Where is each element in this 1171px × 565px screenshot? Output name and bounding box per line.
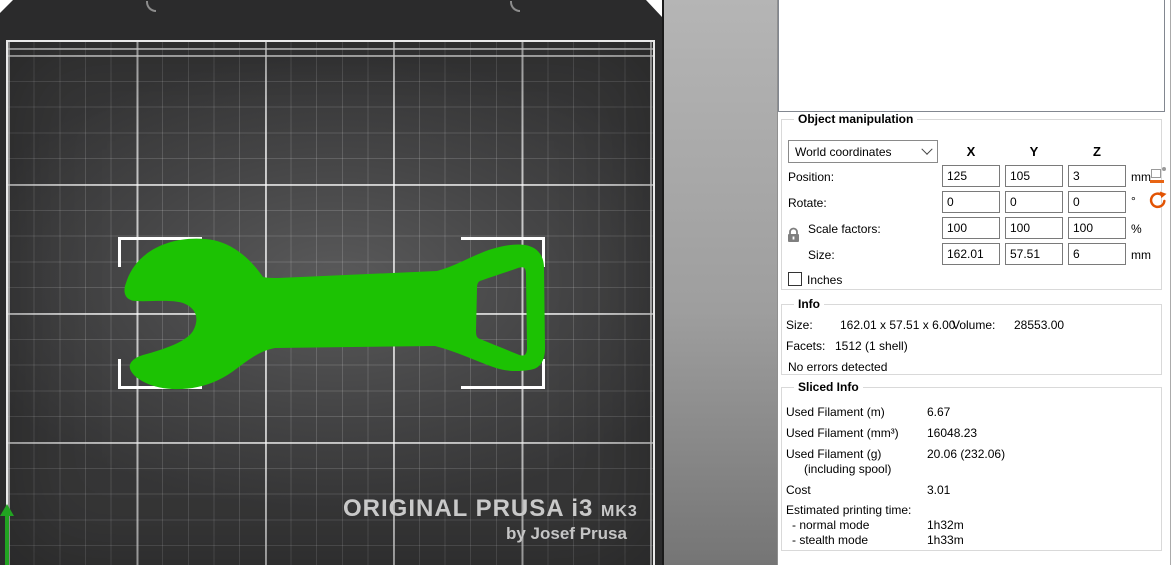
size-unit: mm bbox=[1131, 248, 1151, 262]
rotate-x-input[interactable] bbox=[942, 191, 1000, 213]
group-title: Sliced Info bbox=[794, 380, 863, 394]
rotate-y-input[interactable] bbox=[1005, 191, 1063, 213]
y-axis-arrow-icon bbox=[5, 515, 9, 565]
wrench-model[interactable] bbox=[0, 0, 662, 565]
object-manipulation-group: Object manipulation World coordinates X … bbox=[781, 119, 1162, 290]
info-group: Info Size: 162.01 x 57.51 x 6.00 Volume:… bbox=[781, 304, 1162, 375]
drop-to-bed-icon[interactable] bbox=[1150, 167, 1167, 184]
rotate-unit: ° bbox=[1131, 194, 1136, 208]
object-list[interactable] bbox=[778, 0, 1165, 112]
info-facets-label: Facets: bbox=[786, 339, 825, 353]
info-volume-label: Volume: bbox=[952, 318, 995, 332]
scale-z-input[interactable] bbox=[1068, 217, 1126, 239]
axis-header-z: Z bbox=[1068, 144, 1126, 159]
coordinates-dropdown[interactable]: World coordinates bbox=[788, 140, 938, 163]
info-status-text: No errors detected bbox=[788, 360, 887, 374]
bed-brand-text: ORIGINAL PRUSA i3 MK3 bbox=[343, 495, 638, 523]
scale-x-input[interactable] bbox=[942, 217, 1000, 239]
axis-header-y: Y bbox=[1005, 144, 1063, 159]
coordinates-dropdown-value: World coordinates bbox=[795, 145, 923, 159]
rotate-label: Rotate: bbox=[788, 196, 827, 210]
inches-checkbox-label: Inches bbox=[807, 273, 842, 287]
right-sidebar: Object manipulation World coordinates X … bbox=[777, 0, 1171, 565]
info-volume-value: 28553.00 bbox=[1014, 318, 1064, 332]
position-z-input[interactable] bbox=[1068, 165, 1126, 187]
inches-checkbox[interactable] bbox=[788, 272, 802, 286]
size-label: Size: bbox=[808, 248, 835, 262]
position-label: Position: bbox=[788, 170, 834, 184]
position-x-input[interactable] bbox=[942, 165, 1000, 187]
group-title: Info bbox=[794, 297, 824, 311]
position-unit: mm bbox=[1131, 170, 1151, 184]
size-z-input[interactable] bbox=[1068, 243, 1126, 265]
group-title: Object manipulation bbox=[794, 112, 917, 126]
axis-header-x: X bbox=[942, 144, 1000, 159]
bed-byline-text: by Josef Prusa bbox=[506, 524, 627, 544]
rotate-z-input[interactable] bbox=[1068, 191, 1126, 213]
size-x-input[interactable] bbox=[942, 243, 1000, 265]
viewport-panel-gap bbox=[662, 0, 777, 565]
scale-unit: % bbox=[1131, 222, 1142, 236]
scale-y-input[interactable] bbox=[1005, 217, 1063, 239]
lock-icon[interactable] bbox=[787, 227, 800, 244]
3d-viewport[interactable]: ORIGINAL PRUSA i3 MK3 by Josef Prusa bbox=[0, 0, 662, 565]
rotate-reset-icon[interactable] bbox=[1148, 191, 1167, 210]
info-facets-value: 1512 (1 shell) bbox=[835, 339, 908, 353]
info-size-label: Size: bbox=[786, 318, 813, 332]
scale-factors-label: Scale factors: bbox=[808, 222, 881, 236]
size-y-input[interactable] bbox=[1005, 243, 1063, 265]
chevron-down-icon bbox=[921, 143, 932, 154]
sliced-info-group: Sliced Info Used Filament (m) 6.67 Used … bbox=[781, 387, 1162, 551]
position-y-input[interactable] bbox=[1005, 165, 1063, 187]
y-axis-arrow-icon bbox=[0, 504, 14, 516]
info-size-value: 162.01 x 57.51 x 6.00 bbox=[840, 318, 955, 332]
